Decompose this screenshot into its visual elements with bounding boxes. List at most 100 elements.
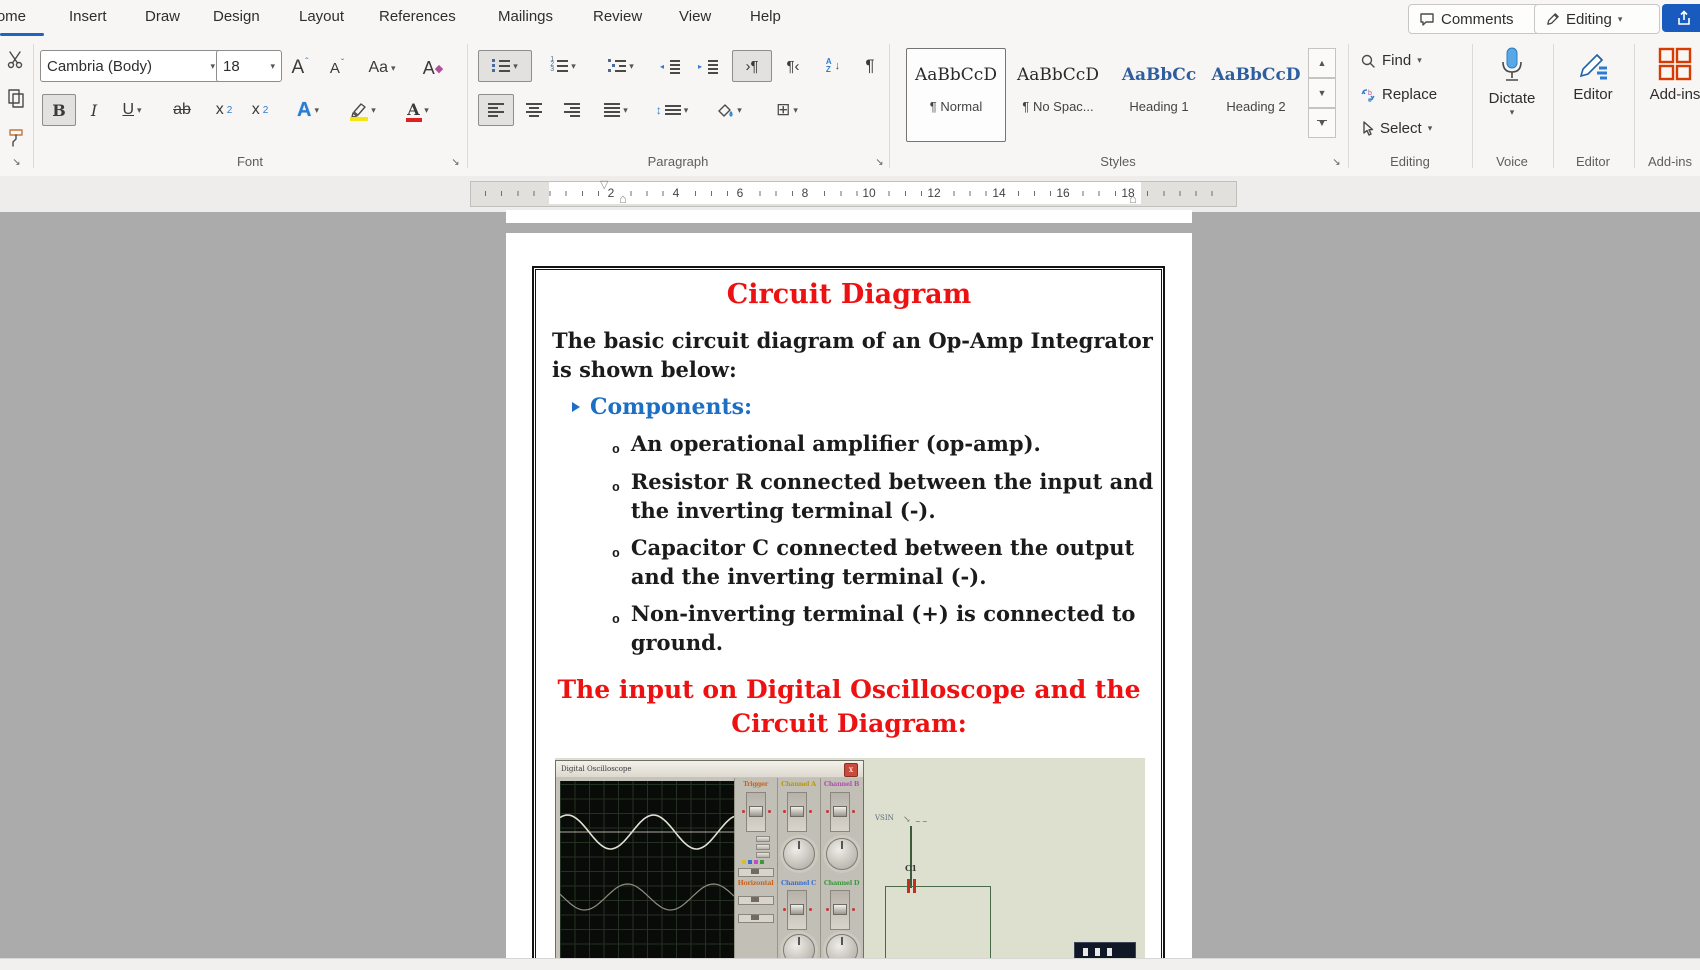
bold-button[interactable]: B — [42, 94, 76, 126]
grow-font-button[interactable]: A ˆ — [282, 52, 318, 84]
tab-view[interactable]: View — [679, 8, 711, 25]
align-center-button[interactable] — [516, 94, 552, 126]
format-painter-icon[interactable] — [6, 128, 26, 148]
tab-insert[interactable]: Insert — [69, 8, 107, 25]
replace-icon: b c — [1360, 87, 1376, 103]
paint-bucket-icon — [716, 102, 734, 118]
cursor-arrow-icon — [1360, 121, 1374, 137]
font-dialog-launcher[interactable]: ↘ — [449, 156, 462, 169]
align-left-button[interactable] — [478, 94, 514, 126]
previous-page-edge — [506, 210, 1192, 223]
font-color-button[interactable]: A ▾ — [394, 94, 442, 126]
text-effects-button[interactable]: A ▾ — [284, 94, 332, 126]
superscript-base: x — [252, 101, 260, 119]
justify-icon — [604, 103, 620, 117]
justify-button[interactable]: ▾ — [592, 94, 640, 126]
sort-icon: AZ — [826, 58, 832, 74]
line-spacing-button[interactable]: ↕ ▾ — [648, 94, 696, 126]
share-button[interactable] — [1662, 4, 1700, 32]
styles-scroll-up-button[interactable]: ▲ — [1308, 48, 1336, 78]
channel-d-position-slider — [830, 890, 850, 930]
editor-button[interactable]: Editor — [1558, 48, 1628, 103]
styles-gallery-more-button[interactable]: ▼ — [1308, 108, 1336, 138]
addins-button[interactable]: Add-ins — [1640, 46, 1700, 103]
tab-references[interactable]: References — [379, 8, 456, 25]
list-item-text: Resistor R connected between the input a… — [631, 467, 1176, 525]
tab-mailings[interactable]: Mailings — [498, 8, 553, 25]
tab-layout[interactable]: Layout — [299, 8, 344, 25]
highlighter-icon — [350, 101, 368, 119]
group-separator — [1553, 44, 1554, 168]
subscript-base: x — [216, 101, 224, 119]
clipboard-dialog-launcher[interactable]: ↘ — [10, 156, 23, 169]
ltr-direction-button[interactable]: ›¶ — [732, 50, 772, 82]
editing-mode-button[interactable]: Editing ▾ — [1534, 4, 1660, 34]
tab-design[interactable]: Design — [213, 8, 260, 25]
tab-draw[interactable]: Draw — [145, 8, 180, 25]
style-heading-1[interactable]: AaBbCc Heading 1 — [1110, 48, 1208, 142]
replace-button[interactable]: b c Replace — [1360, 86, 1437, 103]
borders-button[interactable]: ⊞ ▾ — [760, 94, 814, 126]
tab-home[interactable]: Home — [0, 8, 26, 25]
word-window: Home Insert Draw Design Layout Reference… — [0, 0, 1700, 970]
superscript-button[interactable]: x 2 — [242, 94, 278, 126]
editor-icon — [1575, 48, 1611, 82]
borders-icon: ⊞ — [776, 100, 790, 120]
strikethrough-button[interactable]: ab — [162, 94, 202, 126]
font-name-combobox[interactable]: Cambria (Body) ▾ — [40, 50, 222, 82]
clear-format-letter: A — [423, 58, 435, 79]
style-normal[interactable]: AaBbCcD ¶ Normal — [906, 48, 1006, 142]
italic-button[interactable]: I — [80, 94, 108, 126]
channel-b-position-slider — [830, 792, 850, 832]
decrease-indent-button[interactable]: ◂ — [652, 50, 688, 82]
superscript-number: 2 — [263, 105, 269, 116]
rtl-direction-button[interactable]: ¶‹ — [774, 50, 812, 82]
multilevel-list-button[interactable]: ▾ — [594, 50, 648, 82]
clear-formatting-button[interactable]: A ◆ — [412, 52, 454, 84]
find-button[interactable]: Find ▾ — [1360, 52, 1422, 69]
hanging-indent-marker[interactable]: ⌂ — [619, 194, 627, 204]
pilcrow-icon: ¶ — [865, 56, 874, 76]
probe-arrow-icon: ↘ — [903, 815, 911, 825]
list-item: o Resistor R connected between the input… — [612, 467, 1176, 525]
sort-button[interactable]: AZ ↓ — [814, 50, 852, 82]
ruler-number: 16 — [1053, 186, 1073, 200]
show-formatting-button[interactable]: ¶ — [854, 50, 886, 82]
style-preview: AaBbCcD — [1009, 65, 1107, 85]
document-page[interactable]: Circuit Diagram The basic circuit diagra… — [506, 233, 1192, 958]
shading-button[interactable]: ▾ — [702, 94, 756, 126]
increase-indent-button[interactable]: ▸ — [690, 50, 726, 82]
style-heading-2[interactable]: AaBbCcD Heading 2 — [1208, 48, 1304, 142]
embedded-oscilloscope-image[interactable]: Digital Oscilloscope x Trigger Channel A… — [555, 758, 1145, 958]
list-item: o An operational amplifier (op-amp). — [612, 429, 1176, 464]
cut-icon[interactable] — [6, 50, 26, 70]
tab-review[interactable]: Review — [593, 8, 642, 25]
align-right-button[interactable] — [554, 94, 590, 126]
subscript-button[interactable]: x 2 — [206, 94, 242, 126]
group-separator — [467, 44, 468, 168]
shrink-font-button[interactable]: A ˇ — [320, 52, 354, 84]
comments-button[interactable]: Comments — [1408, 4, 1540, 34]
right-indent-marker[interactable]: ⌂ — [1129, 194, 1137, 204]
styles-scroll-down-button[interactable]: ▼ — [1308, 78, 1336, 108]
highlight-color-button[interactable]: ▾ — [338, 94, 388, 126]
bullets-button[interactable]: ▾ — [478, 50, 532, 82]
underline-button[interactable]: U ▾ — [110, 94, 154, 126]
copy-icon[interactable] — [6, 88, 26, 108]
list-item: o Capacitor C connected between the outp… — [612, 533, 1176, 591]
dictate-button[interactable]: Dictate ▾ — [1476, 46, 1548, 118]
numbering-button[interactable]: ▾ — [536, 50, 590, 82]
chevron-down-icon: ▾ — [210, 61, 215, 72]
paragraph-dialog-launcher[interactable]: ↘ — [873, 156, 886, 169]
select-button[interactable]: Select ▾ — [1360, 120, 1432, 137]
style-no-spacing[interactable]: AaBbCcD ¶ No Spac... — [1008, 48, 1108, 142]
font-size-combobox[interactable]: 18 ▾ — [216, 50, 282, 82]
tab-help[interactable]: Help — [750, 8, 781, 25]
ruler-ticks — [485, 191, 1221, 196]
numbered-list-icon — [550, 60, 568, 72]
change-case-button[interactable]: Aa ▾ — [358, 52, 406, 84]
list-item-text: Capacitor C connected between the output… — [631, 533, 1176, 591]
paragraph-group-label: Paragraph — [578, 154, 778, 169]
list-item-text: Non-inverting terminal (+) is connected … — [631, 599, 1176, 657]
first-line-indent-marker[interactable]: ▽ — [600, 180, 608, 190]
